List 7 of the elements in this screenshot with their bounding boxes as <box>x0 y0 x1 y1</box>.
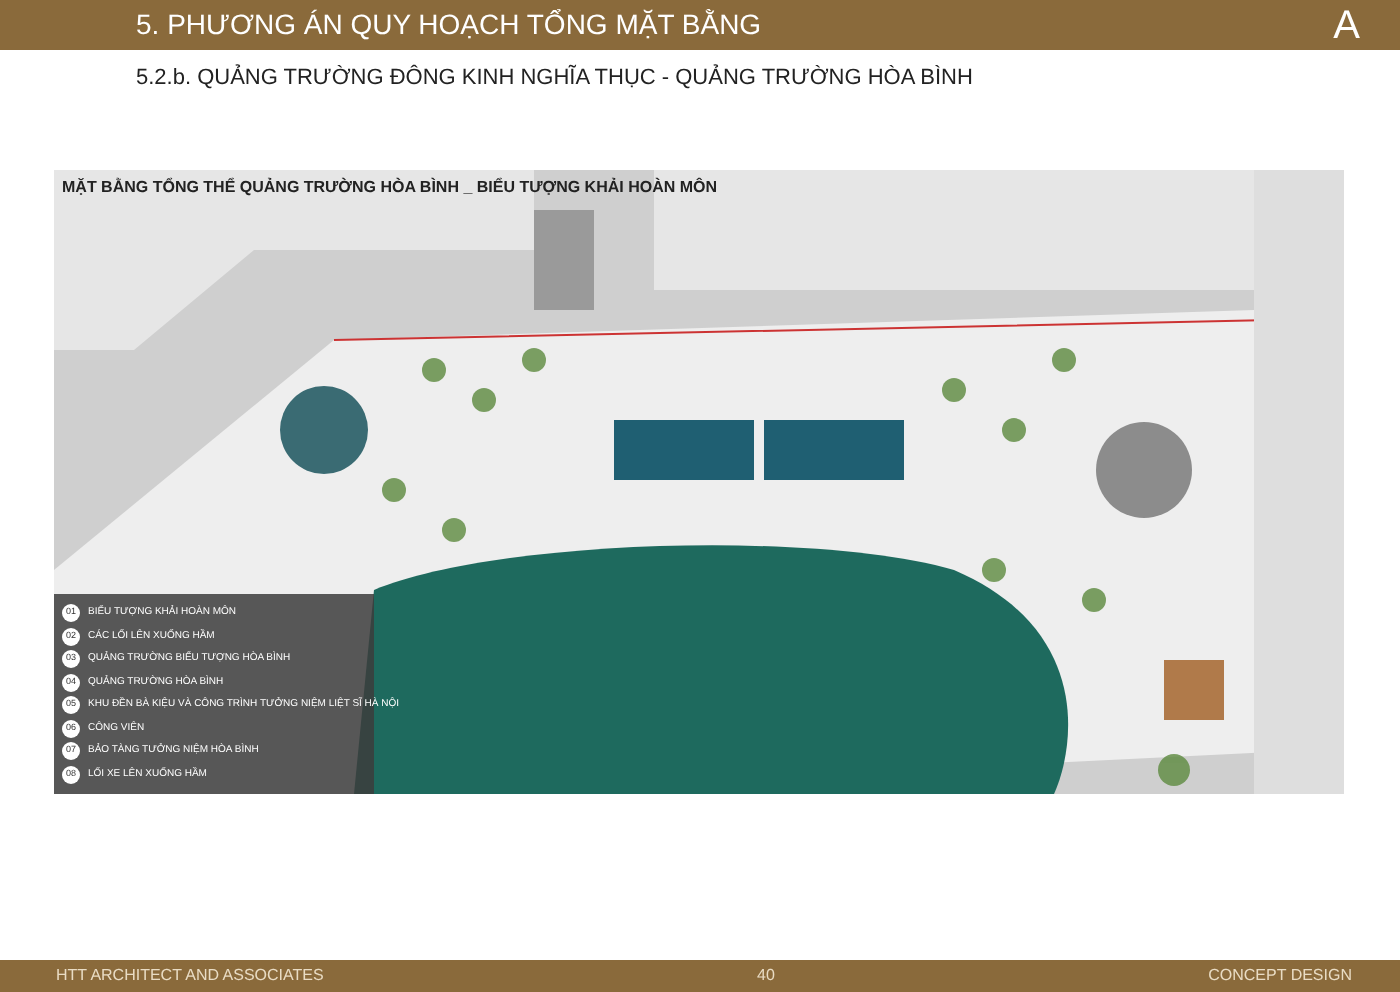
plan-title: MẶT BẰNG TỔNG THỂ QUẢNG TRƯỜNG HÒA BÌNH _ BIỂU TƯỢNG KHẢI HOÀN MÔN <box>62 176 718 200</box>
page-number: 40 <box>757 964 775 988</box>
slide-subtitle: 5.2.b. QUẢNG TRƯỜNG ĐÔNG KINH NGHĨA THỤC - QUẢNG TRƯỜNG HÒA BÌNH <box>136 66 973 90</box>
footer-label: CONCEPT DESIGN <box>1208 964 1352 988</box>
section-title: 5. PHƯƠNG ÁN QUY HOẠCH TỔNG MẶT BẰNG <box>136 6 762 44</box>
footer-company: HTT ARCHITECT AND ASSOCIATES <box>56 964 324 988</box>
logo-letter: A <box>1333 1 1360 51</box>
